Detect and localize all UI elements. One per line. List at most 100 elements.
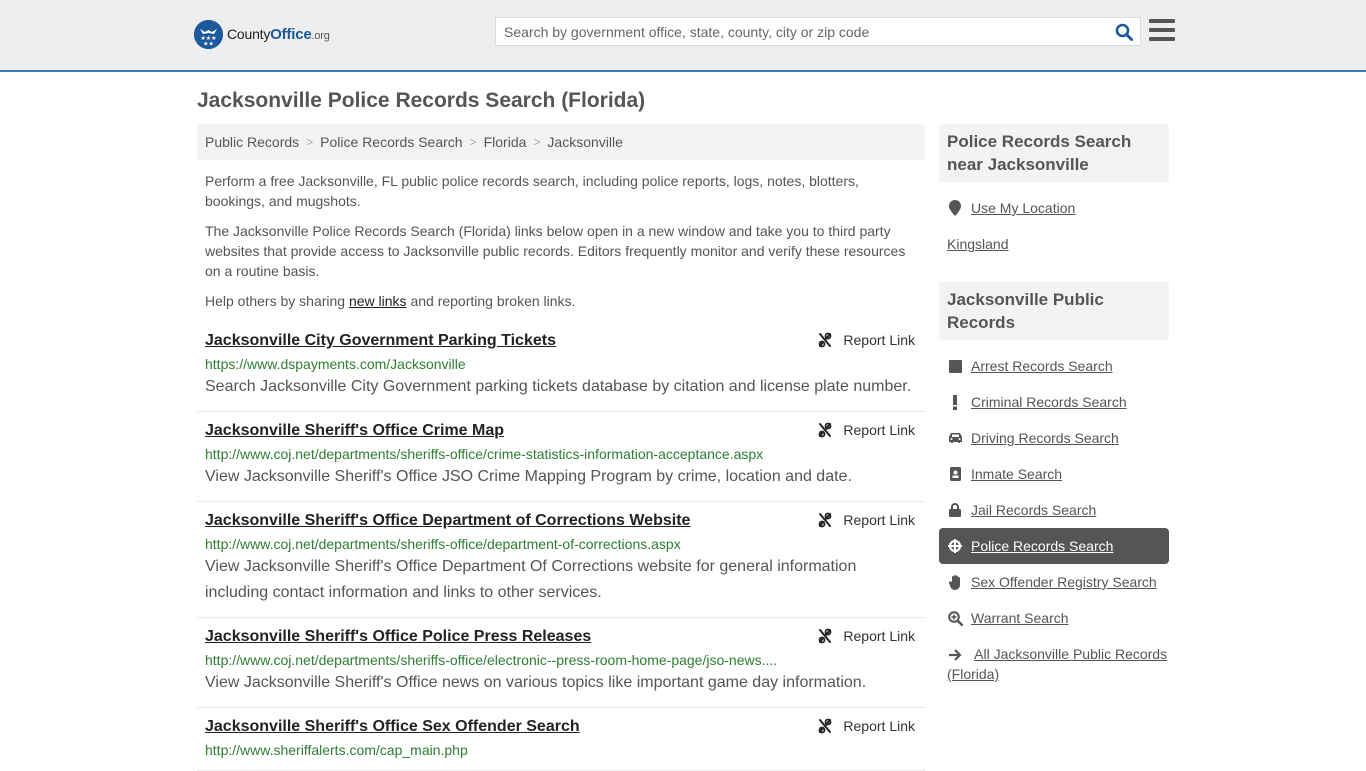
broken-link-icon [819, 628, 832, 644]
breadcrumb-public-records[interactable]: Public Records [205, 134, 299, 150]
public-records-heading: Jacksonville Public Records [939, 282, 1169, 340]
result-title-link[interactable]: Jacksonville Sheriff's Office Sex Offend… [205, 717, 580, 737]
sidebar-item-label[interactable]: Police Records Search [971, 538, 1113, 554]
result-title-link[interactable]: Jacksonville Sheriff's Office Police Pre… [205, 627, 591, 647]
square-icon [947, 359, 963, 373]
logo-name: County [227, 26, 271, 42]
report-link-label: Report Link [843, 718, 915, 734]
site-search [495, 17, 1141, 46]
result-description: View Jacksonville Sheriff's Office Depar… [205, 558, 857, 601]
public-records-list: Arrest Records Search Criminal Records S… [939, 340, 1169, 684]
report-link-label: Report Link [843, 422, 915, 438]
new-links-link[interactable]: new links [349, 293, 407, 309]
use-my-location-link[interactable]: Use My Location [971, 200, 1075, 216]
lock-icon [947, 503, 963, 517]
breadcrumb-jacksonville[interactable]: Jacksonville [547, 134, 622, 150]
sidebar-item-label[interactable]: Jail Records Search [971, 502, 1096, 518]
sidebar-item-driving-records[interactable]: Driving Records Search [939, 420, 1169, 456]
sidebar-item-all-public-records[interactable]: All Jacksonville Public Records (Florida… [939, 636, 1169, 684]
menu-bar [1149, 37, 1175, 41]
sidebar-item-inmate-search[interactable]: Inmate Search [939, 456, 1169, 492]
crosshairs-icon [947, 539, 963, 553]
sidebar-item-warrant-search[interactable]: Warrant Search [939, 600, 1169, 636]
report-link-button[interactable]: Report Link [817, 628, 915, 644]
sidebar-item-label[interactable]: Warrant Search [971, 610, 1069, 626]
broken-link-icon [819, 332, 832, 348]
logo-name-bold: Office [270, 26, 312, 43]
result-title-link[interactable]: Jacksonville City Government Parking Tic… [205, 331, 556, 351]
sidebar-item-sex-offender-registry[interactable]: Sex Offender Registry Search [939, 564, 1169, 600]
broken-link-icon [819, 512, 832, 528]
nearby-place-item: Kingsland [939, 226, 1169, 262]
result-item: Jacksonville City Government Parking Tic… [197, 326, 925, 412]
report-link-button[interactable]: Report Link [817, 332, 915, 348]
result-item: Jacksonville Sheriff's Office Police Pre… [197, 618, 925, 708]
result-title-link[interactable]: Jacksonville Sheriff's Office Department… [205, 511, 690, 531]
result-item: Jacksonville Sheriff's Office Department… [197, 502, 925, 618]
result-description: Search Jacksonville City Government park… [205, 378, 912, 395]
use-my-location-item[interactable]: Use My Location [939, 190, 1169, 226]
sidebar-item-label[interactable]: Driving Records Search [971, 430, 1119, 446]
page-title: Jacksonville Police Records Search (Flor… [197, 89, 646, 112]
breadcrumb-florida[interactable]: Florida [484, 134, 527, 150]
search-plus-icon [947, 610, 963, 626]
car-icon [947, 432, 963, 444]
breadcrumb-separator: > [469, 135, 477, 149]
search-icon [1115, 23, 1133, 41]
intro-paragraph-3: Help others by sharing new links and rep… [205, 291, 917, 311]
breadcrumb-police-records-search[interactable]: Police Records Search [320, 134, 462, 150]
result-description: View Jacksonville Sheriff's Office JSO C… [205, 468, 852, 485]
sidebar-item-label[interactable]: Arrest Records Search [971, 358, 1113, 374]
result-description: View Jacksonville Sheriff's Office news … [205, 674, 867, 691]
breadcrumb-separator: > [533, 135, 541, 149]
menu-bar [1149, 19, 1175, 23]
intro-text: Perform a free Jacksonville, FL public p… [205, 171, 917, 321]
breadcrumb-separator: > [306, 135, 314, 149]
report-link-button[interactable]: Report Link [817, 422, 915, 438]
map-marker-icon [947, 200, 963, 216]
result-item: Jacksonville Sheriff's Office Sex Offend… [197, 708, 925, 771]
sidebar-item-label[interactable]: Inmate Search [971, 466, 1062, 482]
report-link-label: Report Link [843, 512, 915, 528]
result-url: http://www.coj.net/departments/sheriffs-… [205, 652, 778, 668]
broken-link-icon [819, 718, 832, 734]
result-title-link[interactable]: Jacksonville Sheriff's Office Crime Map [205, 421, 504, 441]
broken-link-icon [819, 422, 832, 438]
result-url: http://www.coj.net/departments/sheriffs-… [205, 446, 764, 462]
svg-text:★★: ★★ [203, 41, 214, 48]
report-link-label: Report Link [843, 332, 915, 348]
sidebar-item-label[interactable]: All Jacksonville Public Records (Florida… [947, 646, 1167, 682]
report-link-button[interactable]: Report Link [817, 512, 915, 528]
result-url: http://www.sheriffalerts.com/cap_main.ph… [205, 742, 468, 758]
site-logo[interactable]: ★★★ ★★ CountyOffice.org [194, 20, 330, 49]
id-badge-icon [947, 467, 963, 481]
nearby-list: Use My Location Kingsland [939, 182, 1169, 262]
search-input[interactable] [496, 18, 1108, 45]
sidebar-item-label[interactable]: Sex Offender Registry Search [971, 574, 1157, 590]
hand-icon [947, 574, 963, 590]
search-button[interactable] [1108, 18, 1140, 45]
result-item: Jacksonville Sheriff's Office Crime Map … [197, 412, 925, 502]
intro-paragraph-1: Perform a free Jacksonville, FL public p… [205, 173, 859, 209]
intro-paragraph-2: The Jacksonville Police Records Search (… [205, 223, 906, 279]
intro-help-text: Help others by sharing [205, 293, 349, 309]
intro-help-text-end: and reporting broken links. [406, 293, 576, 309]
logo-wordmark: CountyOffice.org [227, 26, 330, 43]
menu-bar [1149, 28, 1175, 32]
logo-tld: .org [311, 30, 330, 42]
breadcrumb: Public Records > Police Records Search >… [197, 124, 925, 160]
sidebar-item-police-records[interactable]: Police Records Search [939, 528, 1169, 564]
result-url: http://www.coj.net/departments/sheriffs-… [205, 536, 681, 552]
result-url: https://www.dspayments.com/Jacksonville [205, 356, 466, 372]
report-link-button[interactable]: Report Link [817, 718, 915, 734]
sidebar-item-jail-records[interactable]: Jail Records Search [939, 492, 1169, 528]
sidebar-item-criminal-records[interactable]: Criminal Records Search [939, 384, 1169, 420]
nearby-place-link-kingsland[interactable]: Kingsland [947, 236, 1009, 252]
hamburger-menu-icon[interactable] [1149, 19, 1175, 41]
arrow-right-icon [947, 649, 963, 662]
sidebar-item-label[interactable]: Criminal Records Search [971, 394, 1127, 410]
site-header: ★★★ ★★ CountyOffice.org [0, 0, 1366, 72]
sidebar-item-arrest-records[interactable]: Arrest Records Search [939, 348, 1169, 384]
results-list: Jacksonville City Government Parking Tic… [197, 326, 925, 771]
report-link-label: Report Link [843, 628, 915, 644]
